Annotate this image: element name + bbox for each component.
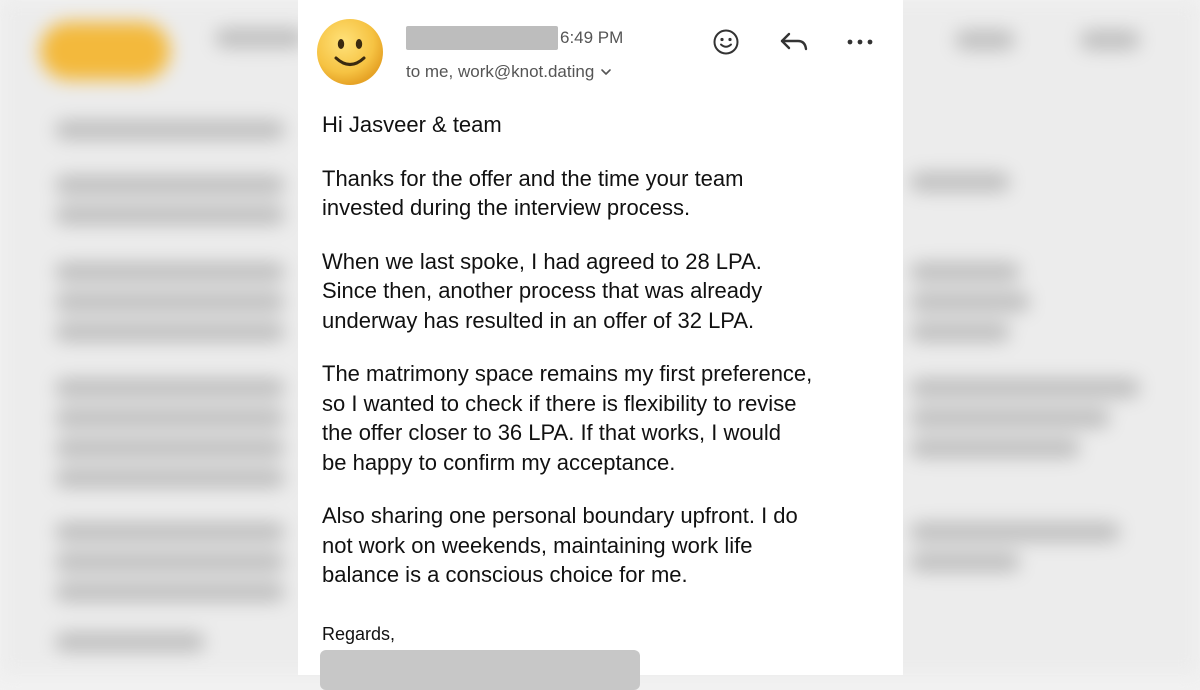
email-signoff: Regards, [322,624,396,644]
sender-name-redacted [406,26,558,50]
reply-button[interactable] [776,24,812,60]
chevron-down-icon [601,69,612,75]
email-paragraph-2: When we last spoke, I had agreed to 28 L… [322,248,763,333]
smiling-face-emoji-avatar [317,19,383,85]
email-paragraph-3: The matrimony space remains my first pre… [322,361,813,475]
reply-arrow-icon [780,32,808,51]
more-options-button[interactable] [842,24,878,60]
more-dots-icon [847,39,873,45]
smiley-icon [713,29,739,55]
email-body: Hi Jasveer & team Thanks for the offer a… [322,110,887,614]
signature-redacted [320,650,640,690]
email-paragraph-4: Also sharing one personal boundary upfro… [322,503,798,587]
email-greeting: Hi Jasveer & team [322,112,502,137]
email-paragraph-1: Thanks for the offer and the time your t… [322,165,744,221]
email-time: 6:49 PM [560,28,624,47]
recipients-text: to me, work@knot.dating [406,62,595,81]
email-card: 6:49 PM to me, work@knot.dating Hi Jasve… [298,0,903,690]
react-button[interactable] [708,24,744,60]
recipients-toggle[interactable]: to me, work@knot.dating [406,61,612,83]
